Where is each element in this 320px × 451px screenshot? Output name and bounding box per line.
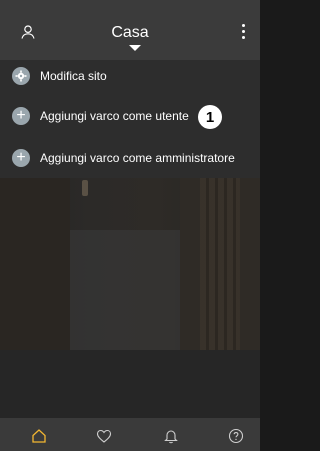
background-ground (0, 350, 260, 418)
bell-icon[interactable] (163, 428, 179, 444)
background-wall-left (0, 160, 70, 360)
menu-item-aggiungi-amministratore[interactable]: + Aggiungi varco come amministratore (12, 147, 235, 169)
top-app-bar: Casa (0, 0, 260, 60)
background-fence-stripe (200, 170, 240, 350)
menu-item-label: Modifica sito (40, 69, 107, 83)
plus-icon: + (12, 107, 30, 125)
step-badge: 1 (198, 105, 222, 129)
page-title[interactable]: Casa (0, 24, 260, 42)
bottom-navigation (0, 418, 260, 451)
more-vert-icon[interactable] (242, 24, 246, 40)
home-icon[interactable] (31, 428, 47, 444)
menu-item-aggiungi-utente[interactable]: + Aggiungi varco come utente (12, 105, 189, 127)
menu-item-label: Aggiungi varco come utente (40, 109, 189, 123)
background-lamp (82, 180, 88, 196)
background-gate (70, 230, 180, 350)
triangle-down-icon[interactable] (129, 45, 141, 51)
gear-icon (12, 67, 30, 85)
menu-item-label: Aggiungi varco come amministratore (40, 151, 235, 165)
help-icon[interactable] (228, 428, 244, 444)
plus-icon: + (12, 149, 30, 167)
heart-icon[interactable] (96, 428, 112, 444)
menu-item-modifica-sito[interactable]: Modifica sito (12, 65, 107, 87)
